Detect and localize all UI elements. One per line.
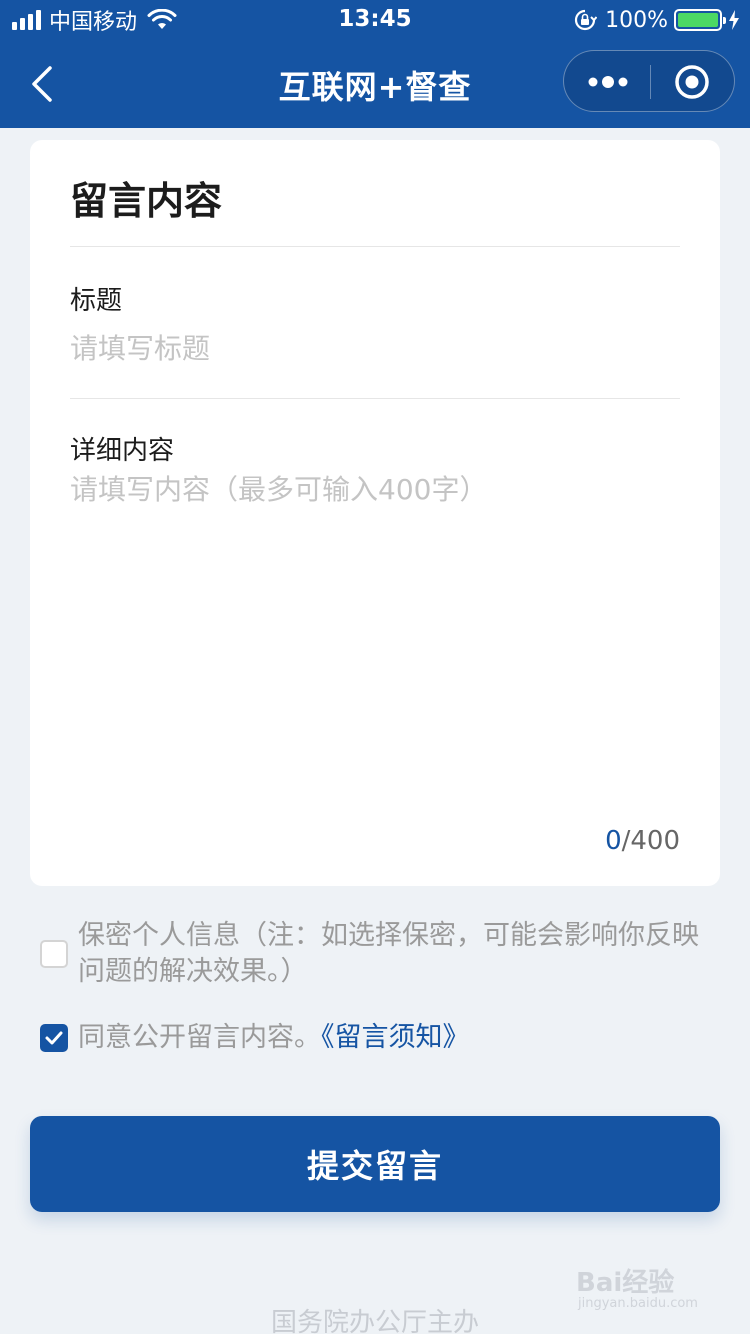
privacy-checkbox[interactable] [40, 940, 68, 968]
battery-percent: 100% [605, 7, 668, 33]
watermark-sub: jingyan.baidu.com [578, 1296, 698, 1311]
message-form-card: 留言内容 标题 详细内容 0/400 [30, 140, 720, 886]
char-count-current: 0 [605, 826, 622, 856]
form-heading: 留言内容 [70, 179, 223, 223]
capsule-divider [650, 65, 651, 99]
divider [70, 246, 680, 247]
nav-bar: 互联网+督查 [0, 40, 750, 128]
watermark: Bai经验 jingyan.baidu.com [576, 1262, 716, 1318]
more-dots-icon[interactable] [586, 71, 630, 93]
content-textarea[interactable] [70, 470, 680, 810]
mini-program-capsule [563, 50, 735, 112]
submit-button[interactable]: 提交留言 [30, 1116, 720, 1212]
title-input[interactable] [70, 328, 680, 368]
agree-text: 同意公开留言内容。 [78, 1022, 321, 1053]
char-counter: 0/400 [605, 826, 680, 856]
char-count-max: /400 [621, 826, 680, 856]
agree-text-wrap: 同意公开留言内容。《留言须知》 [78, 1020, 470, 1056]
agree-option[interactable]: 同意公开留言内容。《留言须知》 [40, 1020, 720, 1060]
content-label: 详细内容 [70, 436, 175, 466]
privacy-text: 保密个人信息（注：如选择保密，可能会影响你反映问题的解决效果。） [78, 920, 699, 987]
rotation-lock-icon [575, 9, 598, 31]
agree-checkbox[interactable] [40, 1024, 68, 1052]
target-close-icon[interactable] [674, 64, 710, 100]
checkmark-icon [45, 1031, 63, 1045]
divider [70, 398, 680, 399]
message-notice-link[interactable]: 《留言须知》 [321, 1022, 470, 1053]
status-bar: 中国移动 13:45 100% [0, 0, 750, 40]
status-right: 100% [573, 6, 740, 34]
privacy-option[interactable]: 保密个人信息（注：如选择保密，可能会影响你反映问题的解决效果。） [40, 918, 720, 990]
battery-icon [674, 9, 726, 31]
battery-level [678, 13, 718, 27]
charging-bolt-icon [729, 10, 739, 30]
watermark-main: Bai经验 [576, 1268, 675, 1298]
title-label: 标题 [70, 286, 123, 316]
